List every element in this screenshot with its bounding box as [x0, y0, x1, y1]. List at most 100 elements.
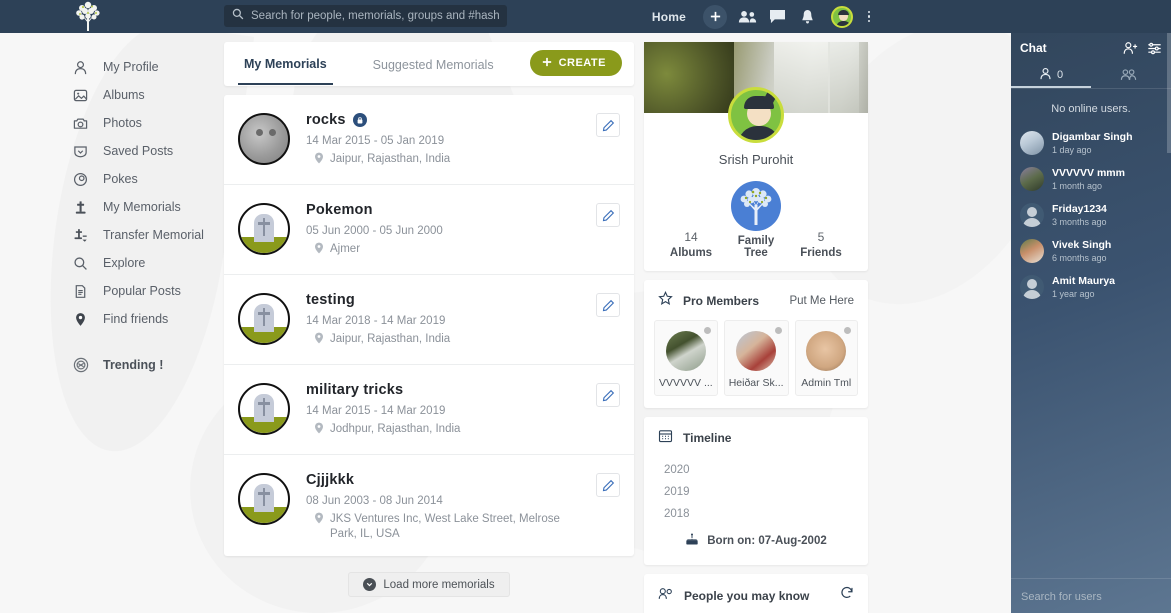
list-item[interactable]: Vivek Singh 6 months ago — [1011, 233, 1171, 269]
avatar — [736, 331, 777, 371]
global-search[interactable] — [224, 5, 507, 27]
timeline-year[interactable]: 2019 — [664, 481, 868, 503]
memorial-avatar[interactable] — [238, 293, 290, 345]
scrollbar[interactable] — [1167, 33, 1171, 153]
table-row[interactable]: testing 14 Mar 2018 - 14 Mar 2019 Jaipur… — [224, 275, 634, 365]
memorial-avatar[interactable] — [238, 473, 290, 525]
list-item[interactable]: Heiðar Sk... — [723, 320, 789, 396]
memorial-location: JKS Ventures Inc, West Lake Street, Melr… — [330, 513, 560, 540]
stat-family-tree[interactable]: Family Tree — [727, 181, 785, 259]
edit-memorial-button[interactable] — [596, 473, 620, 497]
map-pin-icon — [314, 152, 324, 169]
chat-bubble-icon[interactable] — [762, 0, 792, 33]
chevron-down-circle-icon — [363, 578, 377, 591]
list-item[interactable]: Amit Maurya 1 year ago — [1011, 269, 1171, 305]
sidebar-item-my-memorials[interactable]: My Memorials — [0, 193, 222, 221]
left-sidebar: My Profile Albums Photos Saved Posts Pok… — [0, 33, 222, 613]
avatar[interactable] — [831, 5, 853, 28]
profile-avatar[interactable] — [728, 87, 784, 143]
load-more-wrapper: Load more memorials — [224, 572, 634, 597]
chat-user-name: Amit Maurya — [1052, 275, 1116, 287]
status-badge — [844, 327, 851, 334]
timeline-year[interactable]: 2018 — [664, 503, 868, 525]
tab-groups[interactable] — [1091, 63, 1171, 88]
no-online-users-text: No online users. — [1051, 103, 1131, 115]
memorial-name: rocks — [306, 112, 346, 128]
tab-online-users[interactable]: 0 — [1011, 63, 1091, 88]
table-row[interactable]: military tricks 14 Mar 2015 - 14 Mar 201… — [224, 365, 634, 455]
list-item[interactable]: Friday1234 3 months ago — [1011, 197, 1171, 233]
table-row[interactable]: Pokemon 05 Jun 2000 - 05 Jun 2000 Ajmer — [224, 185, 634, 275]
sidebar-item-popular-posts[interactable]: Popular Posts — [0, 277, 222, 305]
sidebar-item-saved-posts[interactable]: Saved Posts — [0, 137, 222, 165]
profile-stats: 14 Albums Family Tree 5 Friends — [644, 167, 868, 271]
edit-memorial-button[interactable] — [596, 203, 620, 227]
bell-icon[interactable] — [792, 0, 822, 33]
map-pin-icon — [314, 512, 324, 529]
load-more-memorials-button[interactable]: Load more memorials — [348, 572, 510, 597]
memorial-name-row: testing — [306, 292, 450, 308]
sidebar-item-find-friends[interactable]: Find friends — [0, 305, 222, 333]
online-count: 0 — [1056, 68, 1064, 81]
birthday-cake-icon — [685, 533, 699, 549]
page-title: Srish Purohit — [718, 152, 794, 167]
chat-user-name: Vivek Singh — [1052, 239, 1112, 251]
sliders-icon[interactable] — [1147, 41, 1162, 55]
sidebar-item-pokes[interactable]: Pokes — [0, 165, 222, 193]
sidebar-item-my-profile[interactable]: My Profile — [0, 53, 222, 81]
stat-albums[interactable]: 14 Albums — [662, 230, 720, 259]
tab-my-memorials[interactable]: My Memorials — [238, 43, 333, 85]
chat-search[interactable] — [1011, 578, 1171, 613]
search-input[interactable] — [251, 10, 499, 22]
edit-memorial-button[interactable] — [596, 383, 620, 407]
vertical-dots-icon[interactable] — [860, 0, 878, 33]
create-plus-button[interactable] — [703, 4, 727, 29]
tab-suggested-memorials[interactable]: Suggested Memorials — [367, 44, 500, 84]
friends-icon[interactable] — [732, 0, 762, 33]
chat-user-time: 3 months ago — [1052, 217, 1107, 227]
sidebar-item-trending[interactable]: Trending ! — [0, 351, 222, 379]
sidebar-item-label: Popular Posts — [103, 284, 181, 298]
memorial-location-row: Jaipur, Rajasthan, India — [306, 152, 450, 169]
chat-header: Chat — [1011, 33, 1171, 63]
people-icon — [658, 587, 674, 605]
timeline-year[interactable]: 2020 — [664, 459, 868, 481]
nav-home-link[interactable]: Home — [640, 10, 698, 24]
search-users-input[interactable] — [1021, 591, 1161, 603]
transfer-memorial-icon — [72, 227, 89, 244]
sidebar-item-explore[interactable]: Explore — [0, 249, 222, 277]
stat-friends[interactable]: 5 Friends — [792, 230, 850, 259]
memorial-avatar[interactable] — [238, 383, 290, 435]
memorial-name-row: military tricks — [306, 382, 460, 398]
refresh-icon[interactable] — [840, 586, 854, 605]
camera-icon — [72, 115, 89, 132]
list-item[interactable]: Admin Tml — [794, 320, 858, 396]
memorial-avatar[interactable] — [238, 113, 290, 165]
pro-members-title: Pro Members — [683, 294, 760, 308]
avatar — [1020, 131, 1044, 155]
memorial-location-row: Jodhpur, Rajasthan, India — [306, 422, 460, 439]
edit-memorial-button[interactable] — [596, 293, 620, 317]
memorial-dates: 05 Jun 2000 - 05 Jun 2000 — [306, 225, 443, 237]
sidebar-item-albums[interactable]: Albums — [0, 81, 222, 109]
sidebar-item-transfer-memorial[interactable]: Transfer Memorial — [0, 221, 222, 249]
memorial-avatar[interactable] — [238, 203, 290, 255]
list-item[interactable]: Digambar Singh 1 day ago — [1011, 125, 1171, 161]
born-on-text: Born on: 07-Aug-2002 — [707, 535, 827, 547]
sidebar-item-label: Pokes — [103, 172, 138, 186]
calendar-icon — [658, 428, 673, 448]
avatar — [1020, 167, 1044, 191]
list-item[interactable]: VVVVVV mmm 1 month ago — [1011, 161, 1171, 197]
albums-icon — [72, 87, 89, 104]
list-item[interactable]: VVVVVV ... — [654, 320, 718, 396]
sidebar-item-photos[interactable]: Photos — [0, 109, 222, 137]
table-row[interactable]: rocks 14 Mar 2015 - 05 Jan 2019 Jaipur, … — [224, 95, 634, 185]
create-button[interactable]: CREATE — [529, 50, 622, 76]
top-nav-actions: Home — [640, 0, 878, 33]
add-person-icon[interactable] — [1123, 41, 1139, 55]
table-row[interactable]: Cjjjkkk 08 Jun 2003 - 08 Jun 2014 JKS Ve… — [224, 455, 634, 556]
put-me-here-link[interactable]: Put Me Here — [789, 295, 854, 307]
edit-memorial-button[interactable] — [596, 113, 620, 137]
chat-user-name: VVVVVV mmm — [1052, 167, 1125, 179]
tree-logo[interactable] — [70, 1, 106, 33]
